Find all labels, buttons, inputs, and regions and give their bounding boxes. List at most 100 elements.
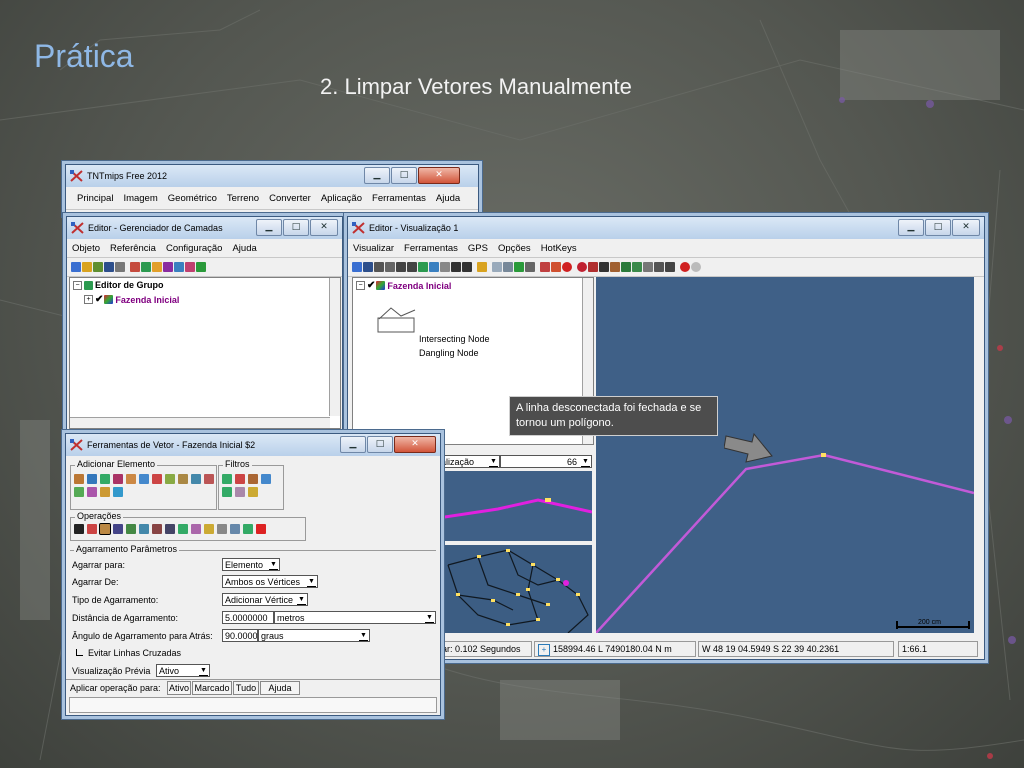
menu-hotkeys[interactable]: HotKeys — [536, 243, 582, 254]
menu-imagem[interactable]: Imagem — [118, 193, 162, 204]
tree-row-group[interactable]: − Editor de Grupo — [73, 280, 164, 290]
add-layer-icon[interactable] — [477, 262, 487, 272]
add-node-icon[interactable] — [165, 474, 175, 484]
open-icon[interactable] — [93, 262, 103, 272]
minimize-button[interactable]: ▁ — [256, 219, 282, 236]
grid-icon[interactable] — [174, 262, 184, 272]
gps-crosshair-icon[interactable]: + — [538, 644, 550, 656]
add-line-icon[interactable] — [74, 474, 84, 484]
zoom-in-icon[interactable] — [396, 262, 406, 272]
overview-map-upper[interactable] — [437, 471, 593, 541]
menu-principal[interactable]: Principal — [72, 193, 118, 204]
close-button[interactable]: ✕ — [394, 436, 436, 453]
new-group-icon[interactable] — [130, 262, 140, 272]
maximize-button[interactable]: □ — [367, 436, 393, 453]
menu-aplicacao[interactable]: Aplicação — [316, 193, 367, 204]
apply-active-button[interactable]: Ativo — [167, 681, 191, 695]
select-icon[interactable] — [492, 262, 502, 272]
snap-type-dropdown[interactable]: Adicionar Vértice ▼ — [222, 593, 308, 606]
select-arrow-icon[interactable] — [74, 524, 84, 534]
snap-distance-input[interactable]: 5.0000000 — [222, 611, 274, 624]
smooth-icon[interactable] — [204, 524, 214, 534]
add-point-icon[interactable] — [152, 474, 162, 484]
horizontal-scrollbar[interactable] — [70, 417, 330, 428]
add-arc-icon[interactable] — [113, 474, 123, 484]
close-button[interactable]: ✕ — [310, 219, 338, 236]
expand-icon[interactable]: + — [84, 295, 93, 304]
print-icon[interactable] — [115, 262, 125, 272]
snap-from-dropdown[interactable]: Ambos os Vértices ▼ — [222, 575, 318, 588]
main-map-canvas[interactable]: 200 cm — [595, 277, 975, 634]
maximize-button[interactable]: □ — [391, 167, 417, 184]
menu-ferramentas[interactable]: Ferramentas — [367, 193, 431, 204]
menu-ajuda[interactable]: Ajuda — [227, 243, 261, 254]
reshape-icon[interactable] — [191, 524, 201, 534]
snap-distance-unit-dropdown[interactable]: metros ▼ — [274, 611, 436, 624]
snap-to-dropdown[interactable]: Elemento ▼ — [222, 558, 280, 571]
no-entry-icon[interactable] — [562, 262, 572, 272]
add-text-icon[interactable] — [87, 487, 97, 497]
cut-icon[interactable] — [643, 262, 653, 272]
layer-icon[interactable] — [141, 262, 151, 272]
add-circle-icon[interactable] — [139, 474, 149, 484]
checkbox-icon[interactable] — [76, 649, 83, 656]
extend-icon[interactable] — [152, 524, 162, 534]
pan-icon[interactable] — [374, 262, 384, 272]
main-window-titlebar[interactable]: TNTmips Free 2012 ▁ □ ✕ — [66, 165, 478, 187]
maximize-button[interactable]: □ — [283, 219, 309, 236]
menu-referencia[interactable]: Referência — [105, 243, 161, 254]
add-grid-icon[interactable] — [100, 487, 110, 497]
raster-icon[interactable] — [152, 262, 162, 272]
layout-icon[interactable] — [621, 262, 631, 272]
edit-pencil-icon[interactable] — [87, 524, 97, 534]
add-label-icon[interactable] — [74, 487, 84, 497]
vector-tools-titlebar[interactable]: Ferramentas de Vetor - Fazenda Inicial $… — [66, 434, 440, 456]
query-icon[interactable] — [525, 262, 535, 272]
layer-manager-titlebar[interactable]: Editor - Gerenciador de Camadas ▁ □ ✕ — [67, 217, 342, 239]
image-icon[interactable] — [632, 262, 642, 272]
vertex-icon[interactable] — [230, 524, 240, 534]
view-window-titlebar[interactable]: Editor - Visualização 1 ▁ □ ✕ — [348, 217, 984, 239]
zoom-layer-icon[interactable] — [418, 262, 428, 272]
close-button[interactable]: ✕ — [418, 167, 460, 184]
undo-icon[interactable] — [680, 262, 690, 272]
minimize-button[interactable]: ▁ — [898, 219, 924, 236]
trim-icon[interactable] — [165, 524, 175, 534]
table-icon[interactable] — [185, 262, 195, 272]
filter-cross-icon[interactable] — [235, 474, 245, 484]
add-ellipse-icon[interactable] — [204, 474, 214, 484]
collapse-icon[interactable]: − — [73, 280, 82, 290]
redraw-icon[interactable] — [352, 262, 362, 272]
add-vector-icon[interactable] — [82, 262, 92, 272]
delete-icon[interactable] — [256, 524, 266, 534]
save-icon[interactable] — [104, 262, 114, 272]
add-segment-icon[interactable] — [87, 474, 97, 484]
filter-clean-icon[interactable] — [235, 487, 245, 497]
generalize-icon[interactable] — [217, 524, 227, 534]
filter-dangle-icon[interactable] — [222, 474, 232, 484]
color-icon[interactable] — [163, 262, 173, 272]
menu-gps[interactable]: GPS — [463, 243, 493, 254]
split-icon[interactable] — [99, 523, 111, 535]
move-icon[interactable] — [126, 524, 136, 534]
add-layer-icon[interactable] — [71, 262, 81, 272]
menu-terreno[interactable]: Terreno — [222, 193, 264, 204]
stop-icon[interactable] — [577, 262, 587, 272]
zoom-group-icon[interactable] — [429, 262, 439, 272]
tree-row-layer[interactable]: + ✔ Fazenda Inicial — [84, 294, 179, 305]
full-view-icon[interactable] — [363, 262, 373, 272]
minimize-button[interactable]: ▁ — [340, 436, 366, 453]
view-tree-row-layer[interactable]: − ✔ Fazenda Inicial — [356, 280, 451, 291]
add-rect-icon[interactable] — [126, 474, 136, 484]
close-button[interactable]: ✕ — [952, 219, 980, 236]
filter-node-icon[interactable] — [248, 474, 258, 484]
menu-converter[interactable]: Converter — [264, 193, 316, 204]
filter-polygon-icon[interactable] — [248, 487, 258, 497]
overview-map-lower[interactable] — [438, 545, 592, 634]
gps-icon[interactable] — [540, 262, 550, 272]
cursor-icon[interactable] — [514, 262, 524, 272]
zoom-select-dropdown[interactable]: 66 ▼ — [500, 455, 592, 468]
snap-angle-input[interactable]: 90.0000 — [222, 629, 258, 642]
filter-snap-icon[interactable] — [261, 474, 271, 484]
zoom-out-icon[interactable] — [407, 262, 417, 272]
